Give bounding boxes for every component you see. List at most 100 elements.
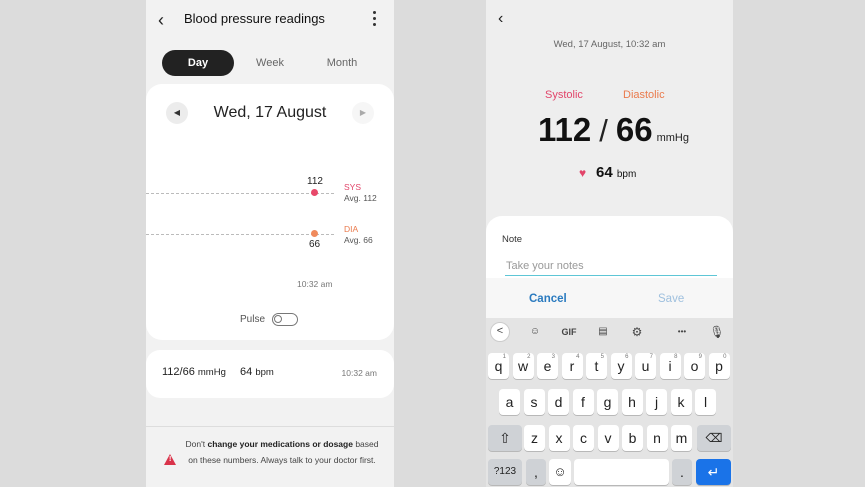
tab-month[interactable]: Month (306, 50, 378, 76)
diastolic-value: 66 (615, 111, 653, 148)
dia-value-label: 66 (309, 239, 321, 250)
bp-unit: mmHg (656, 132, 689, 144)
key-j[interactable]: j (646, 389, 667, 415)
key-s[interactable]: s (523, 389, 545, 415)
key-k[interactable]: k (670, 389, 692, 415)
sys-average: Avg. 112 (344, 193, 377, 203)
sys-value-label: 112 (307, 176, 323, 187)
key-h[interactable]: h (621, 389, 643, 415)
keyboard: < ☺ GIF ▤ ⚙ ••• 🎙 q1w2e3r4t5y6u7i8o9p0 a… (486, 318, 733, 487)
key-e[interactable]: e3 (537, 353, 558, 379)
reading-list-item[interactable]: 112/66 mmHg 64 bpm 10:32 am (146, 350, 394, 398)
action-bar: Cancel Save (486, 278, 733, 318)
reading-detail-screen: ‹ Wed, 17 August, 10:32 am Systolic Dias… (486, 0, 733, 487)
clipboard-icon[interactable]: ▤ (594, 322, 612, 342)
back-icon[interactable]: ‹ (498, 10, 503, 28)
reading-pulse: 64 bpm (240, 366, 274, 378)
shift-key[interactable]: ⇧ (488, 425, 522, 451)
page-title: Blood pressure readings (184, 11, 325, 26)
comma-key[interactable]: , (526, 459, 546, 485)
note-input[interactable] (505, 256, 717, 276)
key-y[interactable]: y6 (610, 353, 632, 379)
key-r[interactable]: r4 (561, 353, 583, 379)
systolic-label: Systolic (545, 89, 583, 101)
pulse-toggle[interactable] (272, 313, 298, 326)
key-number-hint: 8 (674, 354, 678, 360)
divider (146, 426, 394, 427)
sticker-icon[interactable]: ☺ (526, 322, 544, 342)
key-d[interactable]: d (548, 389, 569, 415)
more-options-icon[interactable] (370, 9, 378, 27)
key-i[interactable]: i8 (659, 353, 681, 379)
save-button[interactable]: Save (658, 293, 684, 305)
diastolic-label: Diastolic (623, 89, 665, 101)
key-t[interactable]: t5 (586, 353, 607, 379)
dia-average: Avg. 66 (344, 235, 373, 245)
sys-data-point[interactable] (311, 189, 318, 196)
reading-time: 10:32 am (341, 368, 377, 378)
key-number-hint: 9 (698, 354, 702, 360)
key-number-hint: 1 (502, 354, 506, 360)
systolic-value: 112 (538, 111, 592, 148)
key-b[interactable]: b (622, 425, 643, 451)
key-g[interactable]: g (597, 389, 618, 415)
bp-value: 112/66 mmHg (538, 111, 689, 148)
keyboard-collapse-icon[interactable]: < (490, 322, 510, 342)
tab-day[interactable]: Day (162, 50, 234, 76)
key-number-hint: 0 (723, 354, 727, 360)
keyboard-toolbar: < ☺ GIF ▤ ⚙ ••• 🎙 (486, 318, 733, 346)
key-number-hint: 6 (625, 354, 629, 360)
key-number-hint: 2 (527, 354, 531, 360)
space-key[interactable] (574, 459, 669, 485)
key-number-hint: 5 (600, 354, 604, 360)
next-day-button[interactable]: ▶ (352, 102, 374, 124)
pulse-toggle-label: Pulse (240, 314, 266, 325)
key-number-hint: 7 (649, 354, 653, 360)
more-icon[interactable]: ••• (672, 322, 692, 342)
dia-data-point[interactable] (311, 230, 318, 237)
emoji-key[interactable]: ☺ (549, 459, 571, 485)
enter-key[interactable]: ↵ (696, 459, 731, 485)
key-number-hint: 3 (551, 354, 555, 360)
key-number-hint: 4 (576, 354, 580, 360)
reading-timestamp: Wed, 17 August, 10:32 am (553, 39, 666, 50)
key-u[interactable]: u7 (635, 353, 656, 379)
key-l[interactable]: l (695, 389, 716, 415)
warning-icon: ! (164, 454, 176, 465)
key-w[interactable]: w2 (512, 353, 534, 379)
backspace-key[interactable]: ⌫ (697, 425, 731, 451)
key-m[interactable]: m (671, 425, 692, 451)
microphone-icon[interactable]: 🎙 (708, 322, 726, 342)
medication-warning: ! Don't change your medications or dosag… (146, 436, 394, 487)
key-f[interactable]: f (572, 389, 594, 415)
key-p[interactable]: p0 (708, 353, 730, 379)
pulse-value: 64 bpm (596, 164, 637, 181)
key-z[interactable]: z (524, 425, 545, 451)
sys-average-line (146, 193, 334, 194)
chart-time-label: 10:32 am (297, 279, 333, 289)
app-header: ‹ Blood pressure readings (146, 0, 394, 40)
period-key[interactable]: . (672, 459, 692, 485)
previous-day-button[interactable]: ◀ (166, 102, 188, 124)
gif-icon[interactable]: GIF (558, 322, 580, 342)
sys-legend: SYS (344, 182, 362, 192)
period-tabs: Day Week Month (162, 50, 378, 76)
key-a[interactable]: a (499, 389, 520, 415)
key-q[interactable]: q1 (488, 353, 509, 379)
cancel-button[interactable]: Cancel (529, 293, 567, 305)
symbols-key[interactable]: ?123 (488, 459, 522, 485)
dia-legend: DIA (344, 224, 359, 234)
reading-bp: 112/66 mmHg (162, 366, 226, 378)
key-n[interactable]: n (646, 425, 668, 451)
back-icon[interactable]: ‹ (158, 10, 164, 31)
key-o[interactable]: o9 (684, 353, 705, 379)
key-x[interactable]: x (548, 425, 570, 451)
key-c[interactable]: c (573, 425, 594, 451)
bp-readings-screen: ‹ Blood pressure readings Day Week Month… (146, 0, 394, 487)
tab-week[interactable]: Week (234, 50, 306, 76)
note-label: Note (502, 234, 523, 245)
key-v[interactable]: v (597, 425, 619, 451)
settings-icon[interactable]: ⚙ (628, 322, 646, 342)
dia-average-line (146, 234, 334, 235)
daily-chart-card: Wed, 17 August ◀ ▶ 112 SYS Avg. 112 66 D… (146, 84, 394, 340)
